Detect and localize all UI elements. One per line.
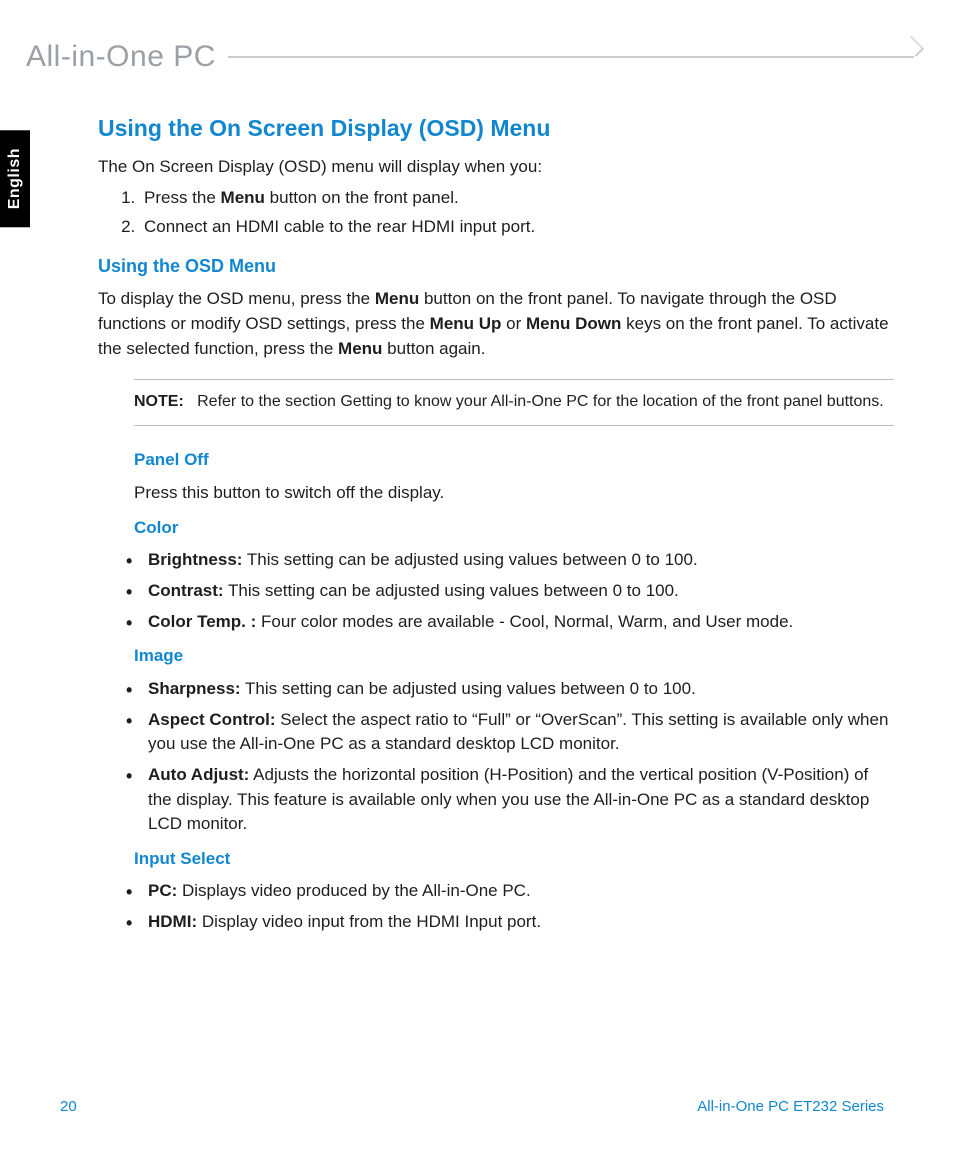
list-item: Aspect Control: Select the aspect ratio … [120,708,894,757]
list-item: Sharpness: This setting can be adjusted … [120,677,894,702]
header-rule [228,56,914,58]
input-select-list: PC: Displays video produced by the All-i… [120,879,894,934]
page-footer: 20 All-in-One PC ET232 Series [60,1098,884,1115]
language-tab: English [0,130,30,227]
list-item: Contrast: This setting can be adjusted u… [120,579,894,604]
color-list: Brightness: This setting can be adjusted… [120,548,894,634]
note-label: NOTE: [134,393,184,410]
step-item: Press the Menu button on the front panel… [140,186,894,211]
step-item: Connect an HDMI cable to the rear HDMI i… [140,215,894,240]
note-box: NOTE: Refer to the section Getting to kn… [134,379,894,426]
page-header: All-in-One PC [26,40,914,74]
list-item: Auto Adjust: Adjusts the horizontal posi… [120,763,894,837]
subsection-paragraph: To display the OSD menu, press the Menu … [98,287,894,361]
color-title: Color [134,516,894,541]
panel-off-title: Panel Off [134,448,894,473]
steps-list: Press the Menu button on the front panel… [98,186,894,239]
image-list: Sharpness: This setting can be adjusted … [120,677,894,837]
panel-off-text: Press this button to switch off the disp… [134,481,894,506]
product-title: All-in-One PC [26,40,228,74]
section-title: Using the On Screen Display (OSD) Menu [98,112,894,145]
input-select-title: Input Select [134,847,894,872]
list-item: PC: Displays video produced by the All-i… [120,879,894,904]
list-item: HDMI: Display video input from the HDMI … [120,910,894,935]
page-content: Using the On Screen Display (OSD) Menu T… [98,112,894,943]
page-number: 20 [60,1098,77,1115]
subsection-title: Using the OSD Menu [98,253,894,279]
intro-text: The On Screen Display (OSD) menu will di… [98,155,894,180]
series-label: All-in-One PC ET232 Series [697,1098,884,1115]
list-item: Color Temp. : Four color modes are avail… [120,610,894,635]
image-title: Image [134,644,894,669]
list-item: Brightness: This setting can be adjusted… [120,548,894,573]
note-text: Refer to the section Getting to know you… [197,393,884,410]
